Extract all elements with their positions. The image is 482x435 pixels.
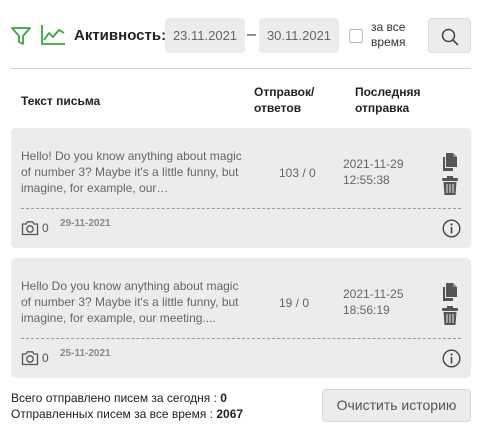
copy-icon[interactable] — [440, 282, 460, 302]
toolbar: Активность: 23.11.2021 – 30.11.2021 за в… — [0, 0, 482, 68]
last-sent-date: 2021-11-25 18:56:19 — [343, 287, 404, 317]
date-range-dash: – — [247, 26, 256, 43]
photo-count: 0 — [42, 221, 49, 235]
copy-icon[interactable] — [440, 152, 460, 172]
camera-icon — [21, 350, 39, 366]
created-date: 29-11-2021 — [60, 218, 111, 229]
toolbar-divider — [11, 68, 471, 69]
stats: Всего отправлено писем за сегодня : 0 От… — [11, 390, 243, 422]
clear-history-button[interactable]: Очистить историю — [322, 389, 471, 422]
trash-icon[interactable] — [441, 176, 459, 196]
photo-count: 0 — [42, 351, 49, 365]
last-sent-date: 2021-11-29 12:55:38 — [343, 157, 404, 187]
header-sent: Отправок/ ответов — [254, 85, 315, 115]
letter-card: Hello Do you know anything about magic o… — [11, 258, 471, 378]
info-icon[interactable] — [442, 349, 461, 368]
card-separator — [21, 338, 461, 339]
search-button[interactable] — [428, 18, 471, 53]
info-icon[interactable] — [442, 219, 461, 238]
sent-replies-count: 103 / 0 — [279, 166, 316, 180]
all-time-label: за все время — [371, 20, 406, 49]
created-date: 25-11-2021 — [60, 348, 111, 359]
filter-icon[interactable] — [10, 25, 32, 47]
header-text: Текст письма — [21, 94, 101, 108]
all-time-checkbox[interactable] — [349, 29, 363, 43]
camera-icon — [21, 220, 39, 236]
today-stat: Всего отправлено писем за сегодня : 0 — [11, 391, 227, 405]
search-icon — [441, 28, 459, 46]
activity-label: Активность: — [74, 27, 167, 44]
date-to-input[interactable]: 30.11.2021 — [259, 18, 339, 53]
letter-text: Hello! Do you know anything about magic … — [21, 149, 242, 195]
date-from-input[interactable]: 23.11.2021 — [165, 18, 245, 53]
table-header: Текст письма Отправок/ ответов Последняя… — [0, 70, 482, 126]
sent-replies-count: 19 / 0 — [279, 296, 310, 310]
total-stat: Отправленных писем за все время : 2067 — [11, 407, 244, 421]
card-separator — [21, 208, 461, 209]
chart-icon[interactable] — [40, 24, 66, 46]
letter-text: Hello Do you know anything about magic o… — [21, 279, 239, 325]
letter-card: Hello! Do you know anything about magic … — [11, 128, 471, 248]
trash-icon[interactable] — [441, 306, 459, 326]
header-last-sent: Последняя отправка — [355, 85, 421, 115]
